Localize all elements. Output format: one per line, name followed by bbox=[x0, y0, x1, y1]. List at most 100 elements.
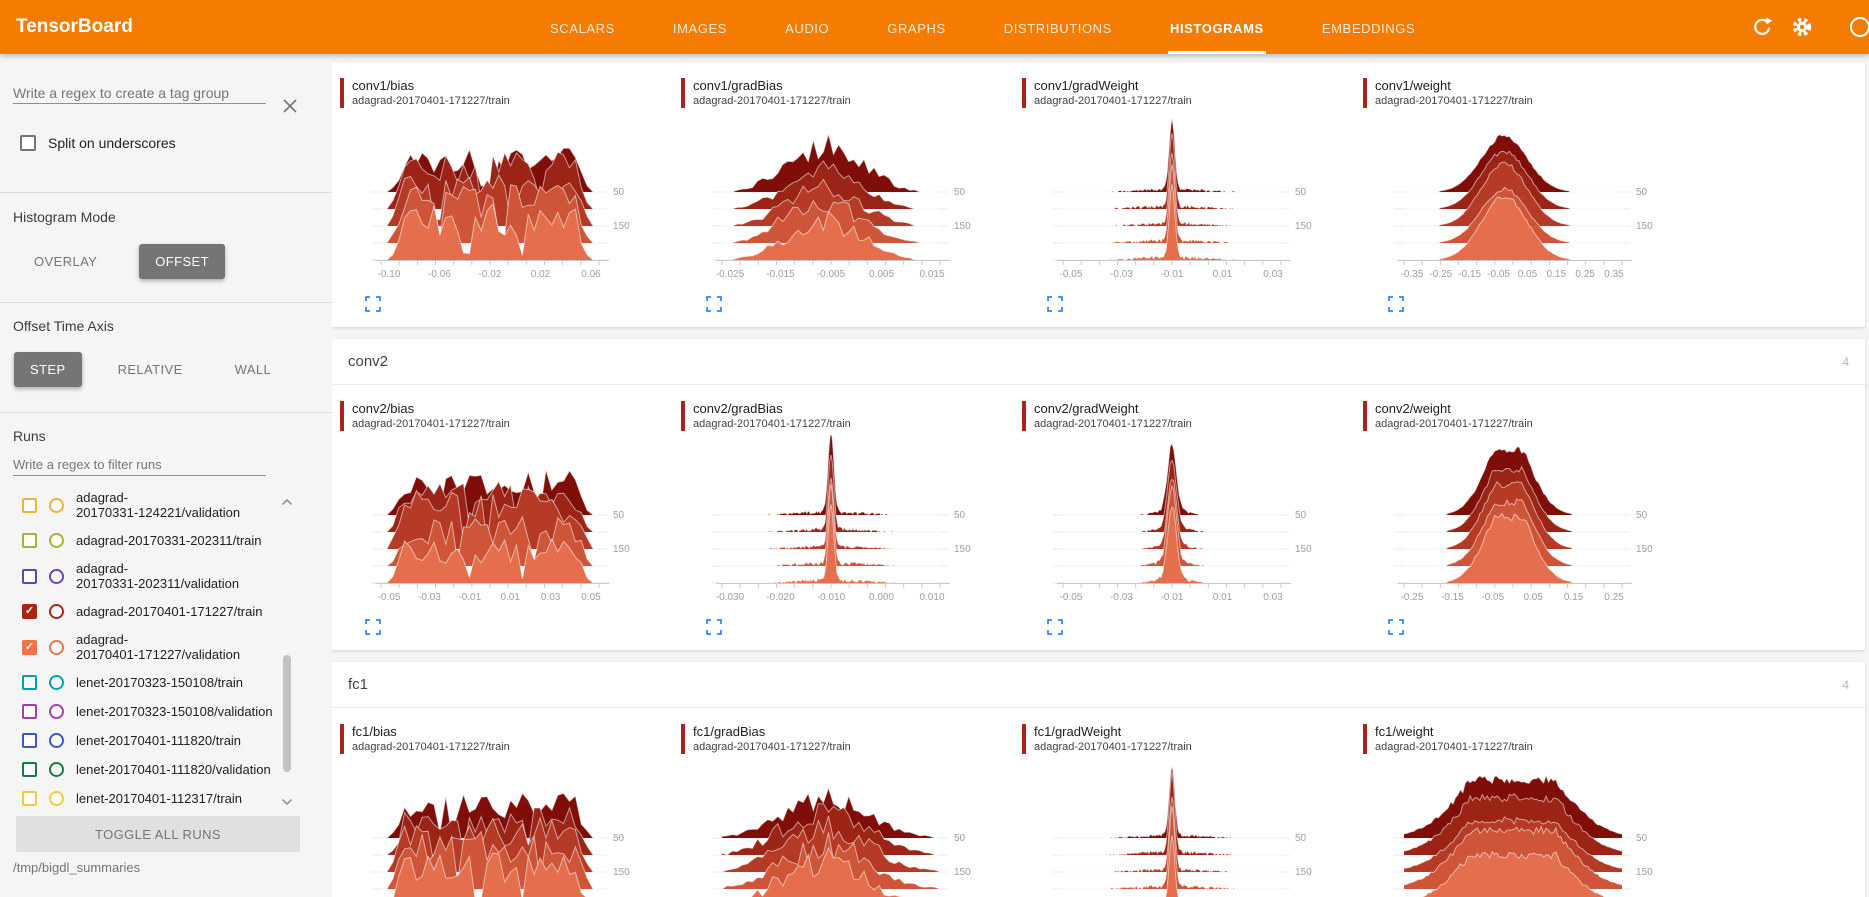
run-radio[interactable] bbox=[49, 704, 64, 719]
run-checkbox[interactable] bbox=[22, 569, 37, 584]
run-checkbox[interactable]: ✓ bbox=[22, 640, 37, 655]
card-header: conv1/weightadagrad-20170401-171227/trai… bbox=[1363, 78, 1704, 112]
tag-filter-input[interactable] bbox=[13, 82, 266, 104]
svg-text:-0.10: -0.10 bbox=[378, 269, 401, 280]
run-item[interactable]: lenet-20170323-150108/validation bbox=[0, 697, 300, 726]
expand-icon[interactable] bbox=[1387, 296, 1405, 314]
svg-text:0.06: 0.06 bbox=[581, 269, 601, 280]
histogram-chart[interactable]: 50150-0.030-0.020-0.0100.0000.010 bbox=[687, 435, 987, 613]
tab-distributions[interactable]: DISTRIBUTIONS bbox=[1002, 0, 1114, 54]
histogram-chart[interactable]: 50150-0.05-0.03-0.010.010.03 bbox=[1028, 112, 1328, 290]
run-item[interactable]: lenet-20170401-111820/train bbox=[0, 726, 300, 755]
histogram-mode-label: Histogram Mode bbox=[13, 209, 116, 225]
tab-embeddings[interactable]: EMBEDDINGS bbox=[1320, 0, 1417, 54]
offset-time-axis-step-button[interactable]: STEP bbox=[14, 352, 82, 387]
run-item[interactable]: lenet-20170401-111820/validation bbox=[0, 755, 300, 784]
histogram-chart[interactable]: 50150 bbox=[346, 758, 646, 897]
run-item[interactable]: adagrad-20170331-202311/train bbox=[0, 526, 300, 555]
run-checkbox[interactable]: ✓ bbox=[22, 604, 37, 619]
run-color-bar bbox=[1022, 78, 1026, 108]
toggle-all-runs-button[interactable]: TOGGLE ALL RUNS bbox=[16, 816, 300, 852]
histogram-chart[interactable]: 50150-0.05-0.03-0.010.010.03 bbox=[1028, 435, 1328, 613]
histogram-chart[interactable]: 50150-0.25-0.15-0.050.050.150.25 bbox=[1369, 435, 1669, 613]
run-item[interactable]: ✓adagrad-20170401-171227/validation bbox=[0, 626, 300, 668]
run-checkbox[interactable] bbox=[22, 498, 37, 513]
histogram-mode-overlay-button[interactable]: OVERLAY bbox=[18, 244, 113, 279]
run-radio[interactable] bbox=[49, 604, 64, 619]
scrollbar-thumb[interactable] bbox=[283, 655, 291, 772]
expand-icon[interactable] bbox=[364, 619, 382, 637]
run-radio[interactable] bbox=[49, 733, 64, 748]
svg-text:50: 50 bbox=[1636, 187, 1648, 198]
split-on-underscores-row: Split on underscores bbox=[20, 135, 176, 151]
refresh-icon[interactable] bbox=[1751, 16, 1773, 38]
run-radio[interactable] bbox=[49, 533, 64, 548]
tab-bar: SCALARS IMAGES AUDIO GRAPHS DISTRIBUTIONS HIS… bbox=[548, 0, 1417, 54]
histogram-chart[interactable]: 50150-0.35-0.25-0.15-0.050.050.150.250.3… bbox=[1369, 112, 1669, 290]
run-checkbox[interactable] bbox=[22, 762, 37, 777]
run-radio[interactable] bbox=[49, 791, 64, 806]
tab-audio[interactable]: AUDIO bbox=[783, 0, 831, 54]
section-header-conv2[interactable]: conv24 bbox=[332, 339, 1865, 385]
expand-icon[interactable] bbox=[364, 296, 382, 314]
run-radio[interactable] bbox=[49, 498, 64, 513]
section-title: conv2 bbox=[348, 353, 388, 370]
settings-icon[interactable] bbox=[1791, 16, 1813, 38]
card-title: conv1/gradBias bbox=[693, 78, 851, 94]
run-checkbox[interactable] bbox=[22, 704, 37, 719]
run-radio[interactable] bbox=[49, 569, 64, 584]
card-title: fc1/weight bbox=[1375, 724, 1533, 740]
run-radio[interactable] bbox=[49, 640, 64, 655]
histogram-chart[interactable]: 50150-0.10-0.06-0.020.020.06 bbox=[346, 112, 646, 290]
histogram-chart[interactable]: 50150 bbox=[1028, 758, 1328, 897]
runs-filter-input[interactable] bbox=[13, 454, 266, 476]
tab-graphs[interactable]: GRAPHS bbox=[885, 0, 948, 54]
run-color-bar bbox=[681, 401, 685, 431]
run-checkbox[interactable] bbox=[22, 791, 37, 806]
tab-scalars[interactable]: SCALARS bbox=[548, 0, 617, 54]
card-header: conv2/biasadagrad-20170401-171227/train bbox=[340, 401, 681, 435]
section-header-fc1[interactable]: fc14 bbox=[332, 662, 1865, 708]
scroll-up-icon[interactable] bbox=[281, 498, 293, 506]
svg-text:0.03: 0.03 bbox=[1263, 592, 1283, 603]
run-radio[interactable] bbox=[49, 762, 64, 777]
offset-time-axis-relative-button[interactable]: RELATIVE bbox=[102, 352, 199, 387]
expand-icon[interactable] bbox=[705, 619, 723, 637]
expand-icon[interactable] bbox=[1387, 619, 1405, 637]
run-checkbox[interactable] bbox=[22, 675, 37, 690]
histogram-chart[interactable]: 50150-0.05-0.03-0.010.010.030.05 bbox=[346, 435, 646, 613]
run-radio[interactable] bbox=[49, 675, 64, 690]
checkmark-icon: ✓ bbox=[25, 606, 34, 617]
run-item[interactable]: adagrad-20170331-202311/validation bbox=[0, 555, 300, 597]
main-content: conv1/biasadagrad-20170401-171227/train5… bbox=[332, 54, 1869, 897]
tab-images[interactable]: IMAGES bbox=[671, 0, 729, 54]
run-checkbox[interactable] bbox=[22, 733, 37, 748]
svg-text:-0.015: -0.015 bbox=[766, 269, 795, 280]
close-icon[interactable] bbox=[280, 96, 300, 116]
help-icon[interactable] bbox=[1849, 16, 1869, 38]
run-item[interactable]: lenet-20170323-150108/train bbox=[0, 668, 300, 697]
svg-text:-0.15: -0.15 bbox=[1458, 269, 1481, 280]
histogram-mode-offset-button[interactable]: OFFSET bbox=[139, 244, 225, 279]
run-item[interactable]: lenet-20170401-112317/train bbox=[0, 784, 300, 813]
svg-text:-0.005: -0.005 bbox=[817, 269, 846, 280]
scroll-down-icon[interactable] bbox=[281, 798, 293, 806]
histogram-chart[interactable]: 50150-0.025-0.015-0.0050.0050.015 bbox=[687, 112, 987, 290]
run-item[interactable]: ✓adagrad-20170401-171227/train bbox=[0, 597, 300, 626]
histogram-chart[interactable]: 50150 bbox=[687, 758, 987, 897]
run-checkbox[interactable] bbox=[22, 533, 37, 548]
split-on-underscores-checkbox[interactable] bbox=[20, 135, 36, 151]
svg-text:0.03: 0.03 bbox=[541, 592, 561, 603]
offset-time-axis-wall-button[interactable]: WALL bbox=[219, 352, 288, 387]
expand-icon[interactable] bbox=[705, 296, 723, 314]
card-title: conv2/bias bbox=[352, 401, 510, 417]
tab-histograms[interactable]: HISTOGRAMS bbox=[1168, 0, 1266, 54]
run-color-bar bbox=[1363, 401, 1367, 431]
expand-icon[interactable] bbox=[1046, 619, 1064, 637]
svg-text:0.015: 0.015 bbox=[919, 269, 944, 280]
expand-icon[interactable] bbox=[1046, 296, 1064, 314]
card-header: fc1/gradBiasadagrad-20170401-171227/trai… bbox=[681, 724, 1022, 758]
svg-text:150: 150 bbox=[1636, 867, 1653, 878]
histogram-chart[interactable]: 50150 bbox=[1369, 758, 1669, 897]
run-item[interactable]: adagrad-20170331-124221/validation bbox=[0, 484, 300, 526]
